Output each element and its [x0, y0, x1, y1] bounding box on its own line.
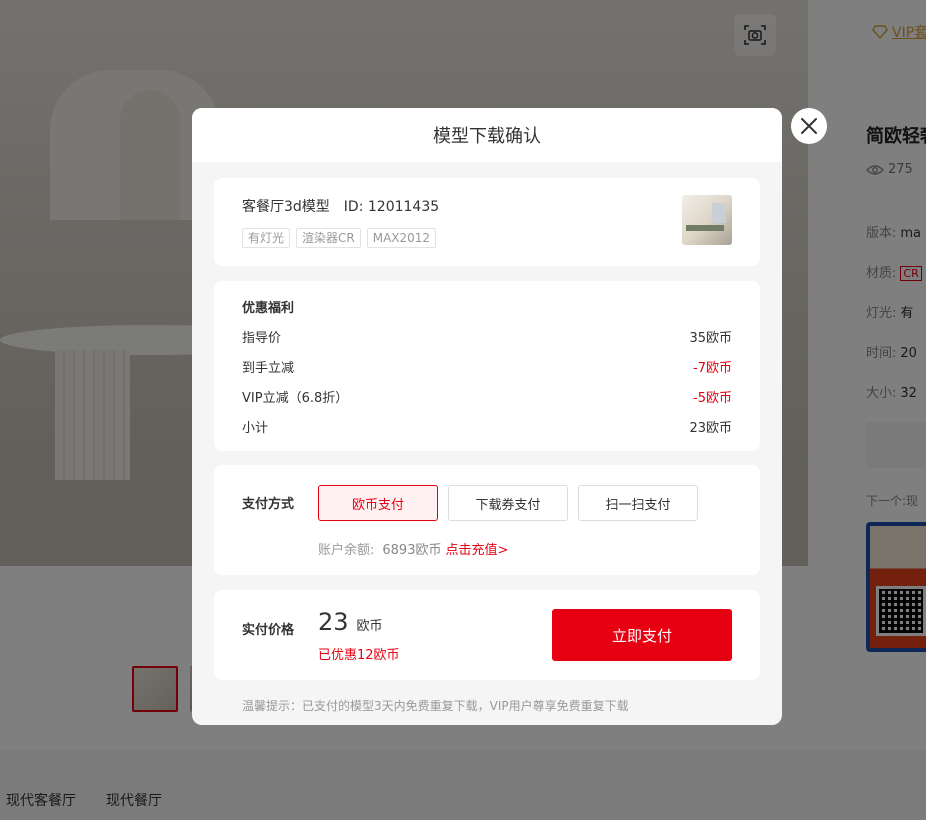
close-icon — [801, 118, 817, 134]
modal-title: 模型下载确认 — [192, 108, 782, 162]
price-value: 23欧币 — [689, 421, 732, 436]
close-button[interactable] — [791, 108, 827, 144]
model-id: ID: 12011435 — [343, 199, 440, 215]
model-card: 客餐厅3d模型 ID: 12011435 有灯光 渲染器CR MAX2012 — [214, 178, 760, 266]
download-confirm-modal: 模型下载确认 客餐厅3d模型 ID: 12011435 有灯光 渲染器CR MAX… — [192, 108, 782, 725]
model-tags: 有灯光 渲染器CR MAX2012 — [242, 228, 437, 248]
tip-text: 温馨提示：已支付的模型3天内免费重复下载，VIP用户尊享免费重复下载 — [242, 699, 629, 713]
thumbnail-window — [712, 203, 726, 223]
price-value: -7欧币 — [693, 361, 732, 376]
price-value: 35欧币 — [689, 331, 732, 346]
price-row-vip-discount: VIP立减（6.8折） -5欧币 — [242, 387, 732, 406]
model-tag: MAX2012 — [366, 228, 437, 248]
payment-method-label: 支付方式 — [242, 497, 295, 512]
total-card: 实付价格 23 欧币 已优惠12欧币 立即支付 — [214, 590, 760, 680]
balance-value: 6893欧币 — [382, 543, 442, 558]
price-label: 小计 — [242, 421, 269, 436]
total-amount: 23 欧币 — [318, 608, 383, 636]
model-tag: 渲染器CR — [296, 228, 361, 248]
price-label: 到手立减 — [242, 361, 295, 376]
price-label: VIP立减（6.8折） — [242, 391, 349, 406]
total-label: 实付价格 — [242, 623, 295, 638]
model-name-row: 客餐厅3d模型 ID: 12011435 — [242, 196, 439, 216]
pay-option-scan[interactable]: 扫一扫支付 — [578, 485, 698, 521]
price-row-subtotal: 小计 23欧币 — [242, 417, 732, 436]
total-amount-unit: 欧币 — [356, 619, 383, 634]
recharge-link[interactable]: 点击充值> — [445, 543, 508, 558]
model-name: 客餐厅3d模型 — [242, 199, 330, 215]
saved-amount: 已优惠12欧币 — [318, 648, 400, 663]
model-thumbnail — [682, 195, 732, 245]
payment-options: 欧币支付 下载券支付 扫一扫支付 — [318, 485, 698, 521]
price-row-guide: 指导价 35欧币 — [242, 327, 732, 346]
account-balance: 账户余额: 6893欧币 点击充值> — [318, 539, 508, 558]
model-tag: 有灯光 — [242, 228, 291, 248]
pay-option-voucher[interactable]: 下载券支付 — [448, 485, 568, 521]
discount-heading: 优惠福利 — [242, 301, 295, 316]
price-value: -5欧币 — [693, 391, 732, 406]
thumbnail-chairs — [686, 225, 724, 231]
payment-method-card: 支付方式 欧币支付 下载券支付 扫一扫支付 账户余额: 6893欧币 点击充值> — [214, 465, 760, 575]
total-amount-number: 23 — [318, 608, 349, 636]
price-label: 指导价 — [242, 331, 282, 346]
pay-now-button[interactable]: 立即支付 — [552, 609, 732, 661]
discount-card: 优惠福利 指导价 35欧币 到手立减 -7欧币 VIP立减（6.8折） -5欧币… — [214, 281, 760, 451]
pay-option-coins[interactable]: 欧币支付 — [318, 485, 438, 521]
balance-label: 账户余额: — [318, 543, 375, 558]
price-row-instant-discount: 到手立减 -7欧币 — [242, 357, 732, 376]
